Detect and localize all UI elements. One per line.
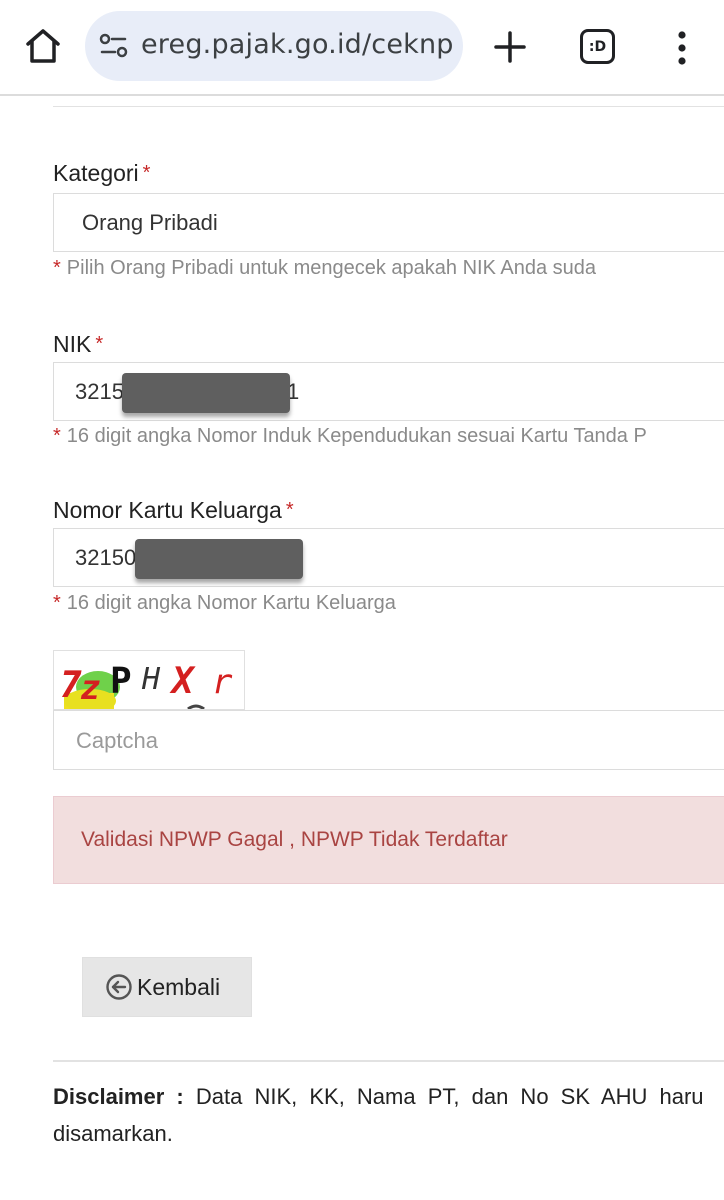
- required-mark: *: [53, 425, 61, 447]
- required-mark: *: [142, 162, 151, 184]
- kk-help: * 16 digit angka Nomor Kartu Keluarga: [53, 592, 396, 615]
- captcha-image: 7 z P H X r: [53, 650, 245, 710]
- nik-help-text: 16 digit angka Nomor Induk Kependudukan …: [66, 425, 647, 447]
- kk-label-text: Nomor Kartu Keluarga: [53, 497, 282, 523]
- redaction-bar: [122, 373, 290, 413]
- svg-text:P: P: [110, 661, 132, 702]
- nik-label-text: NIK: [53, 331, 92, 357]
- nik-help: * 16 digit angka Nomor Induk Kependudukan…: [53, 425, 647, 448]
- kk-help-text: 16 digit angka Nomor Kartu Keluarga: [66, 592, 396, 614]
- browser-toolbar: ereg.pajak.go.id/ceknp :D: [0, 0, 724, 96]
- divider: [53, 106, 724, 107]
- kategori-help-text: Pilih Orang Pribadi untuk mengecek apaka…: [66, 257, 597, 279]
- tab-switcher-label: :D: [588, 38, 607, 55]
- svg-text:7: 7: [60, 665, 82, 706]
- back-button[interactable]: Kembali: [82, 957, 252, 1017]
- required-mark: *: [285, 499, 294, 521]
- kategori-selected-value: Orang Pribadi: [82, 210, 218, 235]
- disclaimer: Disclaimer : Data NIK, KK, Nama PT, dan …: [53, 1078, 724, 1152]
- back-button-label: Kembali: [137, 973, 221, 1000]
- error-alert-message: Validasi NPWP Gagal , NPWP Tidak Terdaft…: [81, 828, 508, 851]
- kategori-help: * Pilih Orang Pribadi untuk mengecek apak…: [53, 257, 596, 280]
- error-alert: Validasi NPWP Gagal , NPWP Tidak Terdaft…: [53, 796, 724, 884]
- disclaimer-label: Disclaimer :: [53, 1084, 184, 1109]
- required-mark: *: [53, 257, 61, 279]
- url-text[interactable]: ereg.pajak.go.id/ceknp: [141, 29, 454, 60]
- svg-text:z: z: [80, 668, 100, 708]
- nik-value-prefix: 3215: [75, 379, 124, 404]
- home-icon[interactable]: [22, 26, 64, 66]
- captcha-placeholder: Captcha: [76, 728, 158, 753]
- kk-label: Nomor Kartu Keluarga *: [53, 497, 294, 524]
- nik-label: NIK *: [53, 331, 103, 358]
- arrow-left-circle-icon: [105, 973, 133, 1001]
- svg-text:X: X: [169, 661, 196, 702]
- captcha-input[interactable]: Captcha: [53, 710, 724, 770]
- disclaimer-text-1: Data NIK, KK, Nama PT, dan No SK AHU har…: [195, 1084, 704, 1109]
- disclaimer-line-1: Disclaimer : Data NIK, KK, Nama PT, dan …: [53, 1078, 724, 1115]
- plus-icon[interactable]: [490, 27, 530, 67]
- svg-text:r: r: [212, 662, 233, 702]
- tab-switcher-icon[interactable]: :D: [580, 29, 615, 64]
- kategori-label: Kategori *: [53, 160, 150, 187]
- kategori-select[interactable]: Orang Pribadi: [53, 193, 724, 252]
- required-mark: *: [95, 333, 104, 355]
- kk-value-prefix: 32150: [75, 545, 137, 570]
- more-vert-icon[interactable]: [670, 28, 694, 68]
- svg-text:H: H: [141, 662, 161, 697]
- kategori-label-text: Kategori: [53, 160, 139, 186]
- site-settings-icon[interactable]: [99, 32, 129, 60]
- address-bar[interactable]: ereg.pajak.go.id/ceknp: [85, 11, 463, 81]
- disclaimer-line-2: disamarkan.: [53, 1121, 173, 1146]
- required-mark: *: [53, 592, 61, 614]
- redaction-bar: [135, 539, 303, 579]
- divider: [53, 1060, 724, 1062]
